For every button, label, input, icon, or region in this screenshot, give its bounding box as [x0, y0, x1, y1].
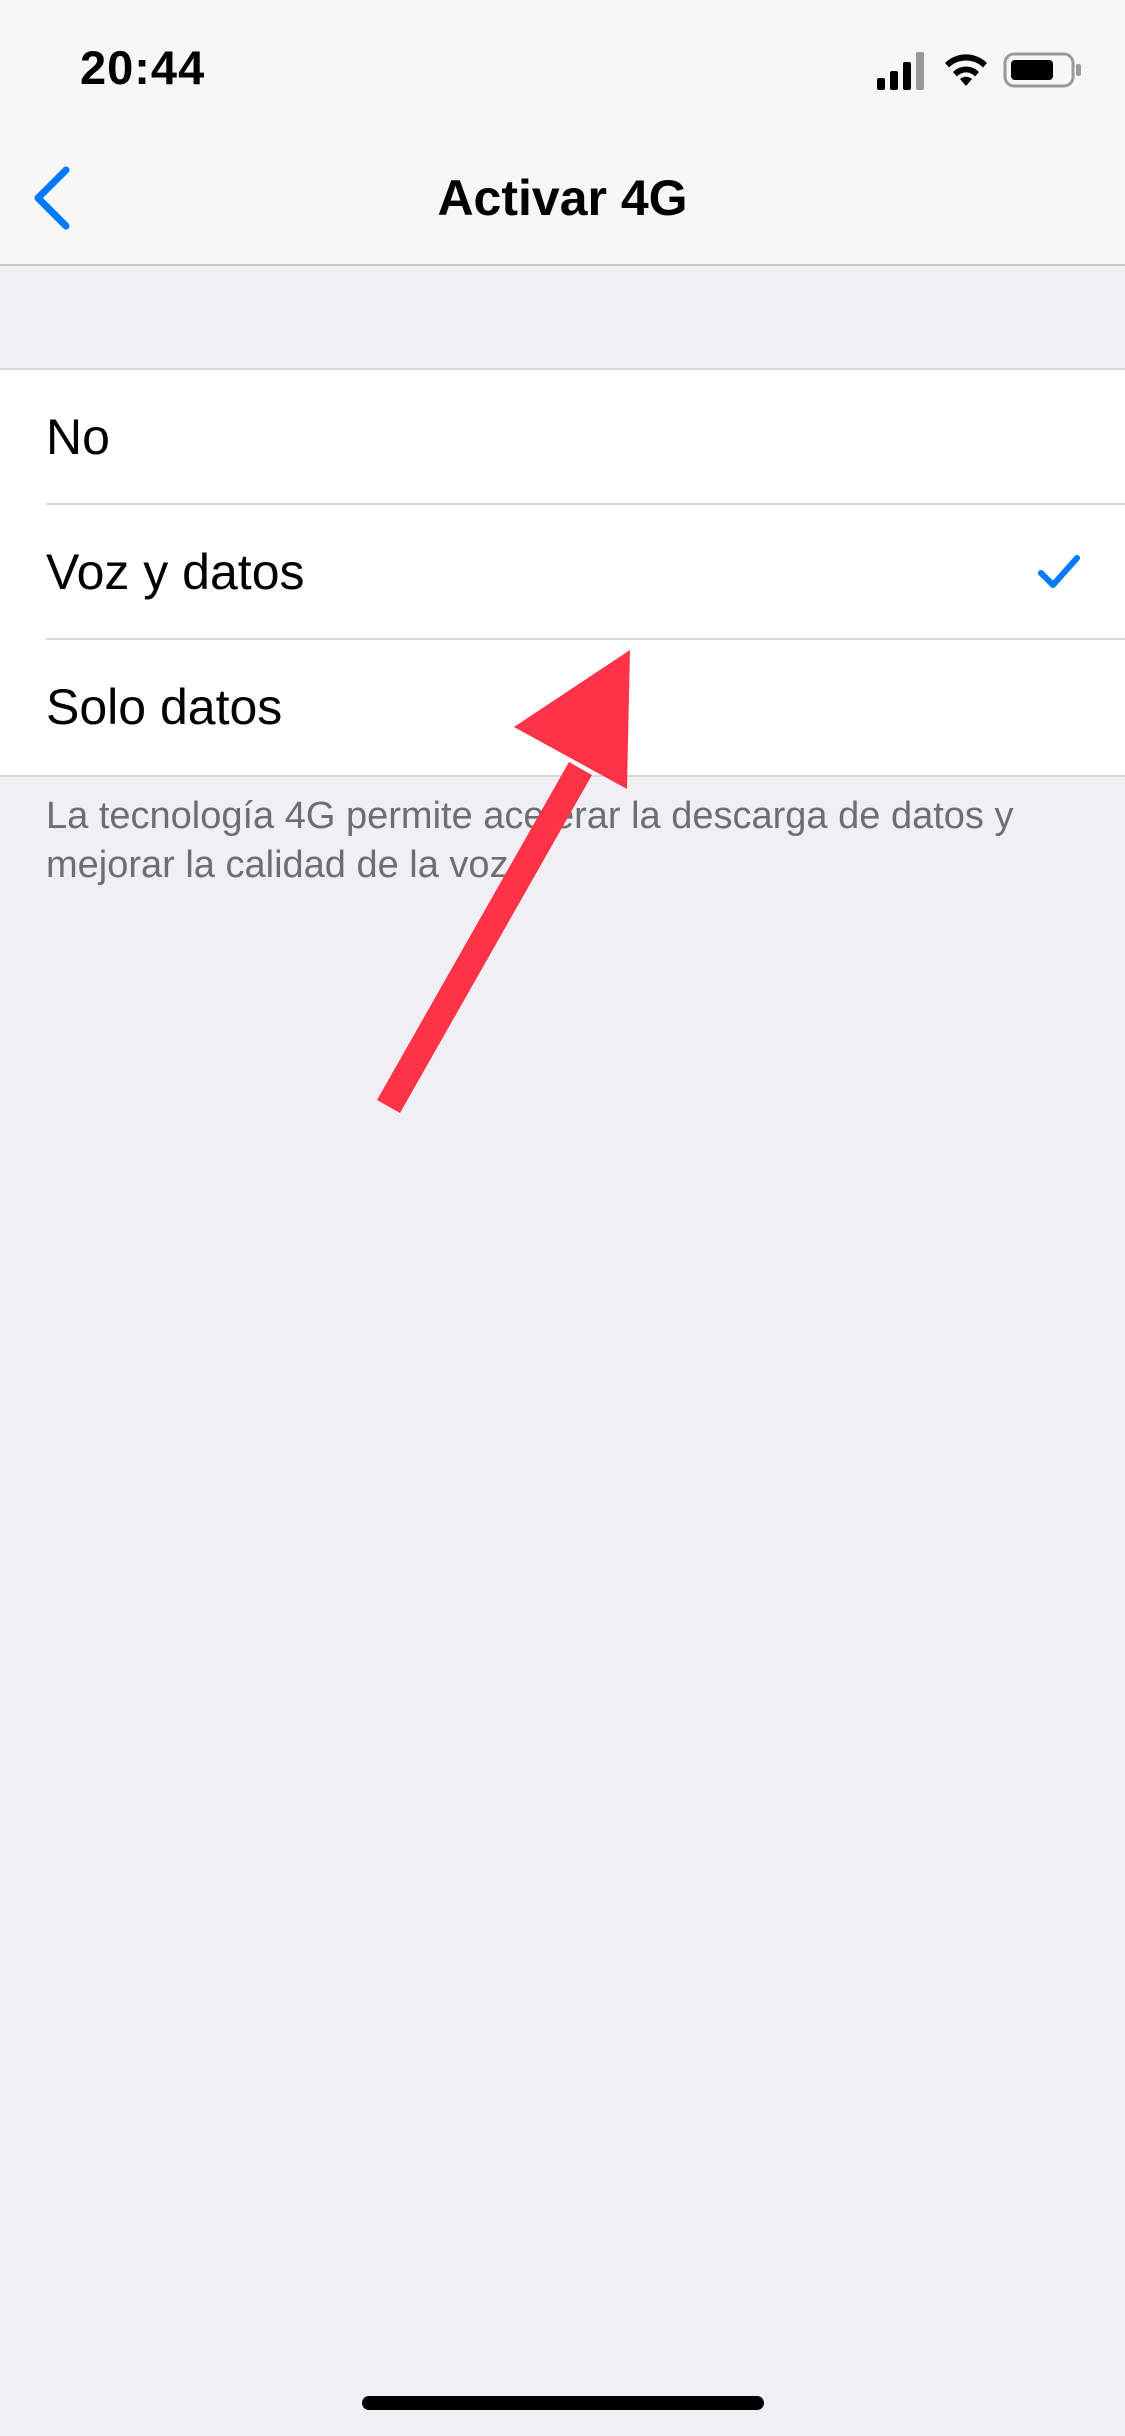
option-no[interactable]: No	[0, 370, 1125, 505]
annotation-arrow	[377, 650, 630, 1113]
option-label: No	[46, 409, 110, 465]
option-voz-y-datos[interactable]: Voz y datos	[0, 505, 1125, 640]
page-title: Activar 4G	[437, 170, 688, 226]
option-label: Solo datos	[46, 679, 283, 735]
battery-icon	[1003, 52, 1081, 88]
signal-icon	[877, 52, 924, 90]
status-time: 20:44	[80, 41, 206, 94]
option-label: Voz y datos	[46, 544, 305, 600]
footer-note: La tecnología 4G permite acelerar la des…	[46, 795, 1014, 886]
wifi-icon	[945, 54, 987, 86]
option-list: No Voz y datos Solo datos	[0, 368, 1125, 777]
checkmark-icon	[1038, 555, 1080, 588]
status-icons	[875, 48, 1085, 92]
home-indicator	[362, 2396, 764, 2410]
option-solo-datos[interactable]: Solo datos	[0, 640, 1125, 775]
header: 20:44 Activar 4G	[0, 0, 1125, 266]
